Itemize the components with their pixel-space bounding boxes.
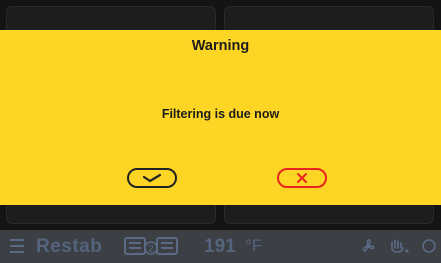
status-bar: Restab 2 191 °F [0,230,441,263]
close-icon [297,173,307,183]
tank-level-number: 2 [148,244,153,254]
hand-icon[interactable] [388,236,410,256]
menu-icon[interactable] [10,239,24,253]
temperature-unit: °F [245,236,263,255]
dialog-message: Filtering is due now [161,107,280,121]
temperature-value: 191 [204,236,236,257]
mode-label[interactable]: Restab [36,236,102,258]
cancel-button[interactable] [277,168,327,188]
tank-level-icon: 2 [124,235,178,257]
fan-icon[interactable] [358,236,378,256]
warning-dialog: Warning Filtering is due now [0,30,441,205]
settings-icon[interactable] [420,236,438,256]
dialog-title: Warning [191,38,250,54]
checkmark-icon [142,173,162,183]
confirm-button[interactable] [127,168,177,188]
